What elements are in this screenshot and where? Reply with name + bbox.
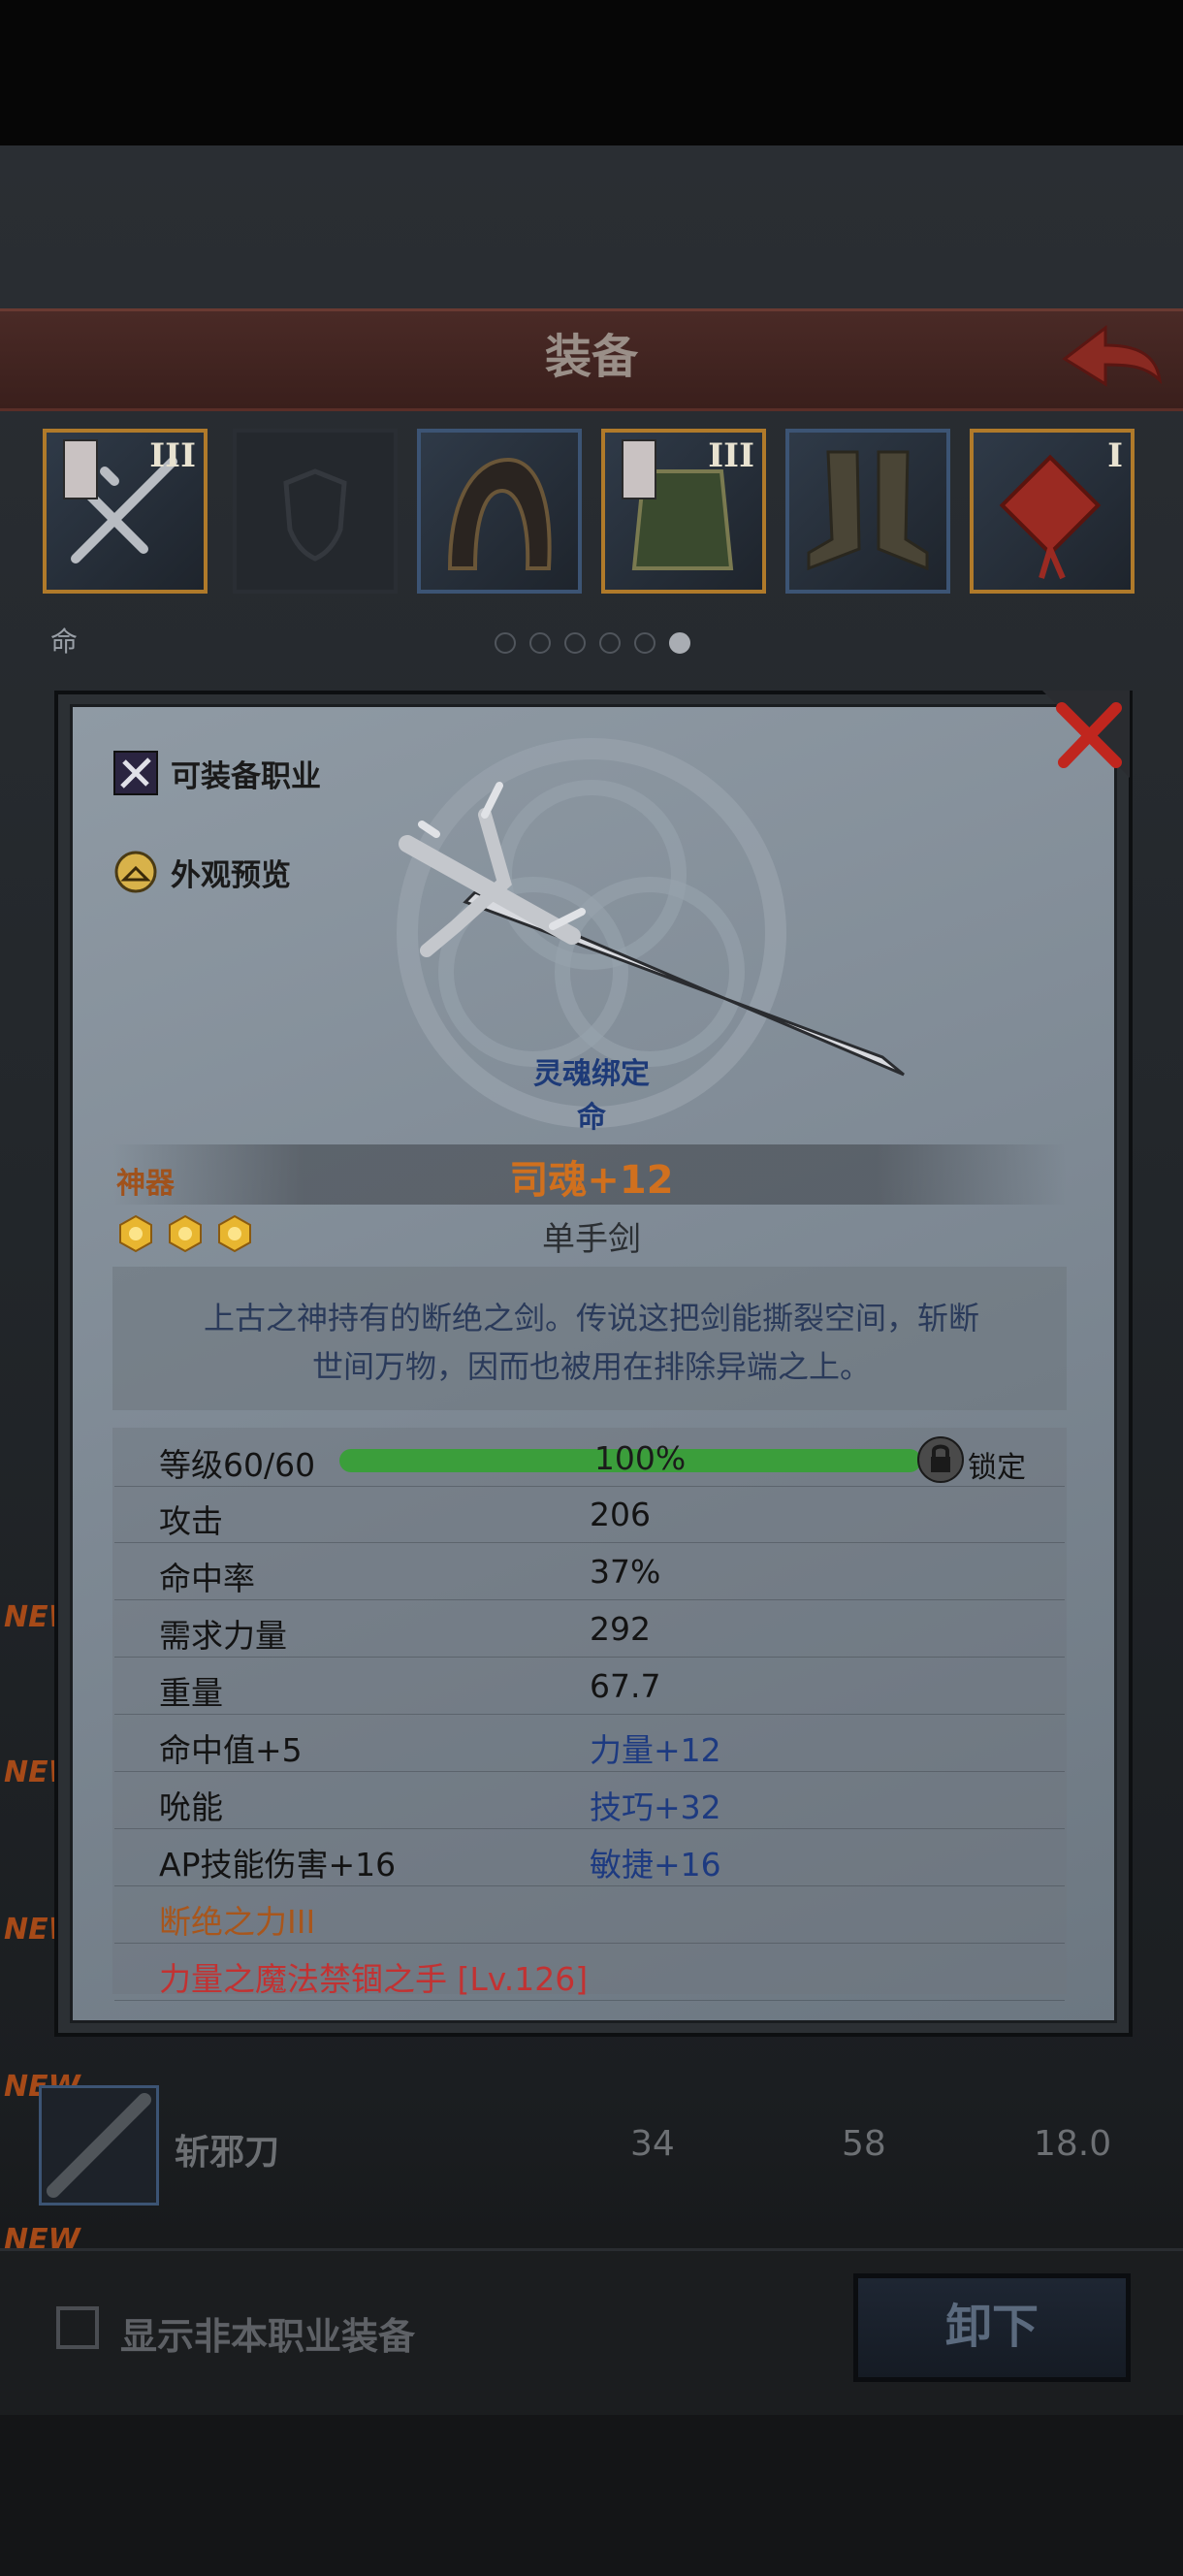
equippable-jobs-label: 可装备职业 [171, 758, 321, 794]
slot-tier: III [149, 436, 196, 475]
soul-bind-tag: 命 [50, 626, 79, 658]
item-description: 上古之神持有的断绝之剑。传说这把剑能撕裂空间，斩断 世间万物，因而也被用在排除异… [155, 1294, 1028, 1391]
level-label: 等级60/60 [159, 1446, 316, 1484]
equip-slot-helmet[interactable] [417, 429, 582, 594]
item-stat-2: 58 [842, 2124, 886, 2164]
level-percent: 100% [593, 1439, 687, 1477]
stat-label: 吮能 [159, 1788, 223, 1826]
stat-value: 292 [590, 1610, 651, 1648]
shield-icon [283, 468, 347, 562]
equip-slot-weapon[interactable]: III [43, 429, 208, 594]
stat-row: 攻击 206 [114, 1486, 1065, 1543]
item-stat-1: 34 [630, 2124, 675, 2164]
stat-label: 攻击 [159, 1502, 223, 1540]
stat-label: 断绝之力III [159, 1903, 316, 1941]
back-arrow-icon[interactable] [1057, 320, 1164, 398]
slot-tier: III [708, 436, 754, 475]
stat-row: 吮能 技巧+32 [114, 1772, 1065, 1829]
star-icon [166, 1214, 205, 1253]
item-artwork [310, 766, 911, 1086]
stat-label: 命中率 [159, 1560, 255, 1597]
stat-label: 命中值+5 [159, 1731, 303, 1769]
description-line: 上古之神持有的断绝之剑。传说这把剑能撕裂空间，斩断 [203, 1300, 979, 1336]
stat-value: 技巧+32 [590, 1788, 721, 1826]
stat-row: 重量 67.7 [114, 1658, 1065, 1715]
pager-dots [495, 632, 704, 658]
pager-dot[interactable] [634, 632, 655, 654]
stat-row: 命中率 37% [114, 1543, 1065, 1600]
stat-row: 需求力量 292 [114, 1600, 1065, 1658]
pager-dot[interactable] [564, 632, 586, 654]
page-title: 装备 [544, 330, 638, 384]
show-other-class-checkbox[interactable] [56, 2306, 99, 2349]
hanger-icon [114, 851, 157, 893]
close-button[interactable] [1042, 691, 1130, 778]
stat-label: 重量 [159, 1674, 223, 1712]
star-icon [116, 1214, 155, 1253]
stat-row: 力量之魔法禁锢之手 [Lv.126] [114, 1944, 1065, 2001]
sword-icon [399, 782, 905, 1077]
stat-row: 断绝之力III [114, 1886, 1065, 1944]
slot-tier: I [1107, 436, 1123, 475]
equip-slot-accessory[interactable]: I [970, 429, 1135, 594]
pager-dot[interactable] [599, 632, 621, 654]
stat-value: 67.7 [590, 1667, 661, 1705]
star-icon [215, 1214, 254, 1253]
hood-icon [447, 457, 552, 570]
unequip-button[interactable]: 卸下 [853, 2273, 1131, 2382]
blade-icon [47, 2093, 151, 2198]
stat-value: 37% [590, 1553, 661, 1591]
stat-value: 力量+12 [590, 1731, 721, 1769]
soulbound-label: 灵魂绑定 [533, 1057, 650, 1091]
close-icon [1042, 691, 1130, 778]
stat-value: 206 [590, 1496, 651, 1533]
lock-icon[interactable] [916, 1435, 965, 1484]
pager-dot[interactable] [495, 632, 516, 654]
stat-label: 需求力量 [159, 1617, 287, 1655]
appearance-preview-label: 外观预览 [171, 857, 291, 893]
tools-icon [113, 751, 158, 795]
equippable-jobs-button[interactable]: 可装备职业 [112, 747, 321, 799]
rarity-label: 神器 [116, 1167, 175, 1201]
soulbound-subtitle: 命 [577, 1101, 606, 1135]
stat-value: 敏捷+16 [590, 1846, 721, 1884]
stat-label: AP技能伤害+16 [159, 1846, 397, 1884]
boots-icon [807, 450, 929, 571]
item-thumbnail[interactable] [39, 2085, 159, 2206]
pager-dot[interactable] [529, 632, 551, 654]
description-line: 世间万物，因而也被用在排除异端之上。 [311, 1348, 871, 1385]
stat-label: 力量之魔法禁锢之手 [Lv.126] [159, 1960, 589, 1998]
item-type: 单手剑 [542, 1220, 641, 1259]
equip-slot-shield-empty[interactable] [233, 429, 398, 594]
stat-row: 命中值+5 力量+12 [114, 1715, 1065, 1772]
lock-label[interactable]: 锁定 [968, 1443, 1026, 1486]
pager-dot-active[interactable] [669, 632, 690, 654]
stat-row: AP技能伤害+16 敏捷+16 [114, 1829, 1065, 1886]
bottom-band [0, 2415, 1183, 2576]
item-name[interactable]: 斩邪刀 [175, 2124, 279, 2174]
equip-slot-armor[interactable]: III [601, 429, 766, 594]
top-band [0, 0, 1183, 145]
item-stat-3: 18.0 [1034, 2124, 1112, 2164]
appearance-preview-button[interactable]: 外观预览 [112, 846, 291, 898]
show-other-class-label[interactable]: 显示非本职业装备 [120, 2306, 415, 2360]
equip-slot-boots[interactable] [785, 429, 950, 594]
item-title: 司魂+12 [509, 1158, 674, 1203]
